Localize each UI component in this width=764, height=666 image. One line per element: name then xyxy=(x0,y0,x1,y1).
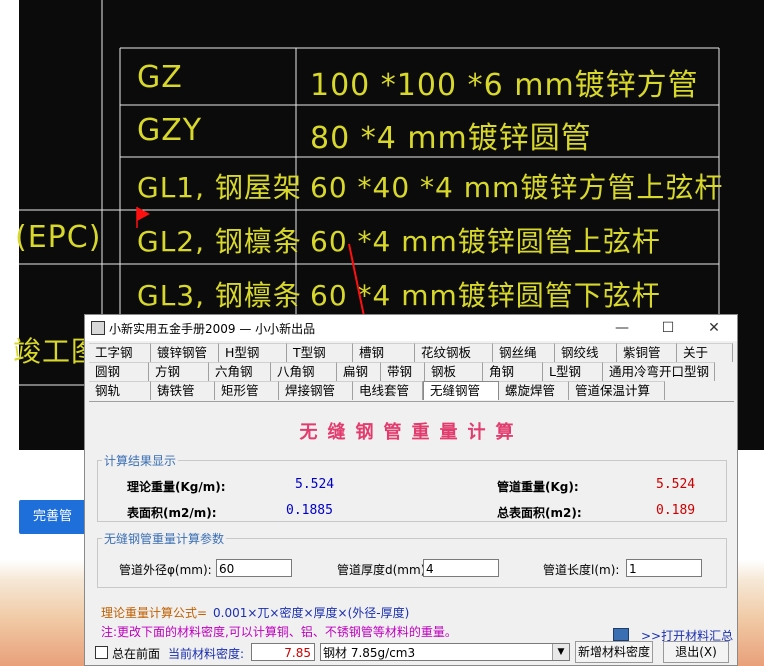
material-select-value: 钢材 7.85g/cm3 xyxy=(323,646,416,660)
tab-row2-0[interactable]: 圆钢 xyxy=(89,362,149,381)
exit-button[interactable]: 退出(X) xyxy=(663,641,729,663)
app-icon xyxy=(91,321,105,335)
minimize-button[interactable]: — xyxy=(599,315,645,341)
tab-row1-5[interactable]: 花纹钢板 xyxy=(415,343,493,362)
material-select[interactable]: 钢材 7.85g/cm3 ▼ xyxy=(320,643,570,661)
material-tabs: 工字钢 镀锌钢管 H型钢 T型钢 槽钢 花纹钢板 钢丝绳 钢绞线 紫铜管 关于 圆钢 方钢 六角钢 八角… xyxy=(89,343,735,403)
surface-area-value: 0.1885 xyxy=(286,503,333,518)
formula-text: 0.001×兀×密度×厚度×(外径-厚度) xyxy=(213,606,410,620)
maximize-button[interactable]: ☐ xyxy=(645,315,691,341)
tab-row1-9[interactable]: 关于 xyxy=(677,343,733,362)
tab-row3-3[interactable]: 焊接钢管 xyxy=(279,381,353,400)
always-on-top-label: 总在前面 xyxy=(112,647,161,661)
tab-row2-8[interactable]: L型钢 xyxy=(543,362,603,381)
density-input[interactable]: 7.85 xyxy=(251,643,315,661)
always-on-top-checkbox[interactable] xyxy=(95,646,108,659)
tab-row2-5[interactable]: 带钢 xyxy=(381,362,425,381)
params-legend: 无缝钢管重量计算参数 xyxy=(104,532,225,546)
calculator-window: 小新实用五金手册2009 — 小小新出品 — ☐ ✕ 工字钢 镀锌钢管 H型钢 T型钢… xyxy=(84,314,738,666)
tab-row2-2[interactable]: 六角钢 xyxy=(209,362,271,381)
outer-diameter-label: 管道外径φ(mm): xyxy=(119,563,212,577)
tab-row2-6[interactable]: 钢板 xyxy=(425,362,483,381)
surface-area-label: 表面积(m2/m): xyxy=(127,506,217,520)
tab-row3-6[interactable]: 螺旋焊管 xyxy=(499,381,569,400)
tab-row3-5[interactable]: 无缝钢管 xyxy=(423,381,499,400)
total-surface-label: 总表面积(m2): xyxy=(497,506,582,520)
density-note: 注:更改下面的材料密度,可以计算铜、铝、不锈钢管等材料的重量。 xyxy=(101,625,457,639)
tab-row1-7[interactable]: 钢绞线 xyxy=(555,343,617,362)
tab-row1-0[interactable]: 工字钢 xyxy=(89,343,151,362)
tab-row2-4[interactable]: 扁钢 xyxy=(337,362,381,381)
results-legend: 计算结果显示 xyxy=(104,454,177,468)
tab-row3-0[interactable]: 钢轨 xyxy=(89,381,151,400)
tab-row1-3[interactable]: T型钢 xyxy=(287,343,353,362)
add-density-button[interactable]: 新增材料密度 xyxy=(575,641,653,663)
seamless-pipe-panel: 无缝钢管重量计算 计算结果显示 理论重量(Kg/m): 5.524 管道重量(K… xyxy=(89,401,734,664)
panel-heading: 无缝钢管重量计算 xyxy=(299,422,524,443)
tab-row2-1[interactable]: 方钢 xyxy=(149,362,209,381)
status-bar: 总在前面 当前材料密度: 7.85 钢材 7.85g/cm3 ▼ 新增材料密度 … xyxy=(89,640,734,664)
tab-row2-7[interactable]: 角钢 xyxy=(483,362,543,381)
formula-label: 理论重量计算公式= xyxy=(101,606,208,620)
thickness-label: 管道厚度d(mm): xyxy=(337,563,430,577)
tab-row3-7[interactable]: 管道保温计算 xyxy=(569,381,665,400)
tab-row3-1[interactable]: 铸铁管 xyxy=(151,381,215,400)
tab-row1-1[interactable]: 镀锌钢管 xyxy=(151,343,219,362)
total-surface-value: 0.189 xyxy=(656,503,696,518)
close-button[interactable]: ✕ xyxy=(691,315,737,341)
theory-weight-label: 理论重量(Kg/m): xyxy=(127,480,226,494)
tab-row1-2[interactable]: H型钢 xyxy=(219,343,287,362)
length-label: 管道长度l(m): xyxy=(543,563,620,577)
tab-row1-8[interactable]: 紫铜管 xyxy=(617,343,677,362)
chevron-down-icon[interactable]: ▼ xyxy=(552,644,569,660)
thickness-input[interactable]: 4 xyxy=(423,559,499,577)
tab-row1-6[interactable]: 钢丝绳 xyxy=(493,343,555,362)
outer-diameter-input[interactable]: 60 xyxy=(216,559,292,577)
density-label: 当前材料密度: xyxy=(168,647,245,661)
tab-row2-3[interactable]: 八角钢 xyxy=(271,362,337,381)
length-input[interactable]: 1 xyxy=(626,559,702,577)
tab-row3-4[interactable]: 电线套管 xyxy=(353,381,423,400)
theory-weight-value: 5.524 xyxy=(295,477,335,492)
window-title: 小新实用五金手册2009 — 小小新出品 xyxy=(109,322,316,336)
pipe-weight-value: 5.524 xyxy=(656,477,696,492)
tab-row3-2[interactable]: 矩形管 xyxy=(215,381,279,400)
title-bar[interactable]: 小新实用五金手册2009 — 小小新出品 — ☐ ✕ xyxy=(85,315,737,341)
tab-row2-9[interactable]: 通用冷弯开口型钢 xyxy=(603,362,715,381)
tab-row1-4[interactable]: 槽钢 xyxy=(353,343,415,362)
pipe-weight-label: 管道重量(Kg): xyxy=(497,480,579,494)
